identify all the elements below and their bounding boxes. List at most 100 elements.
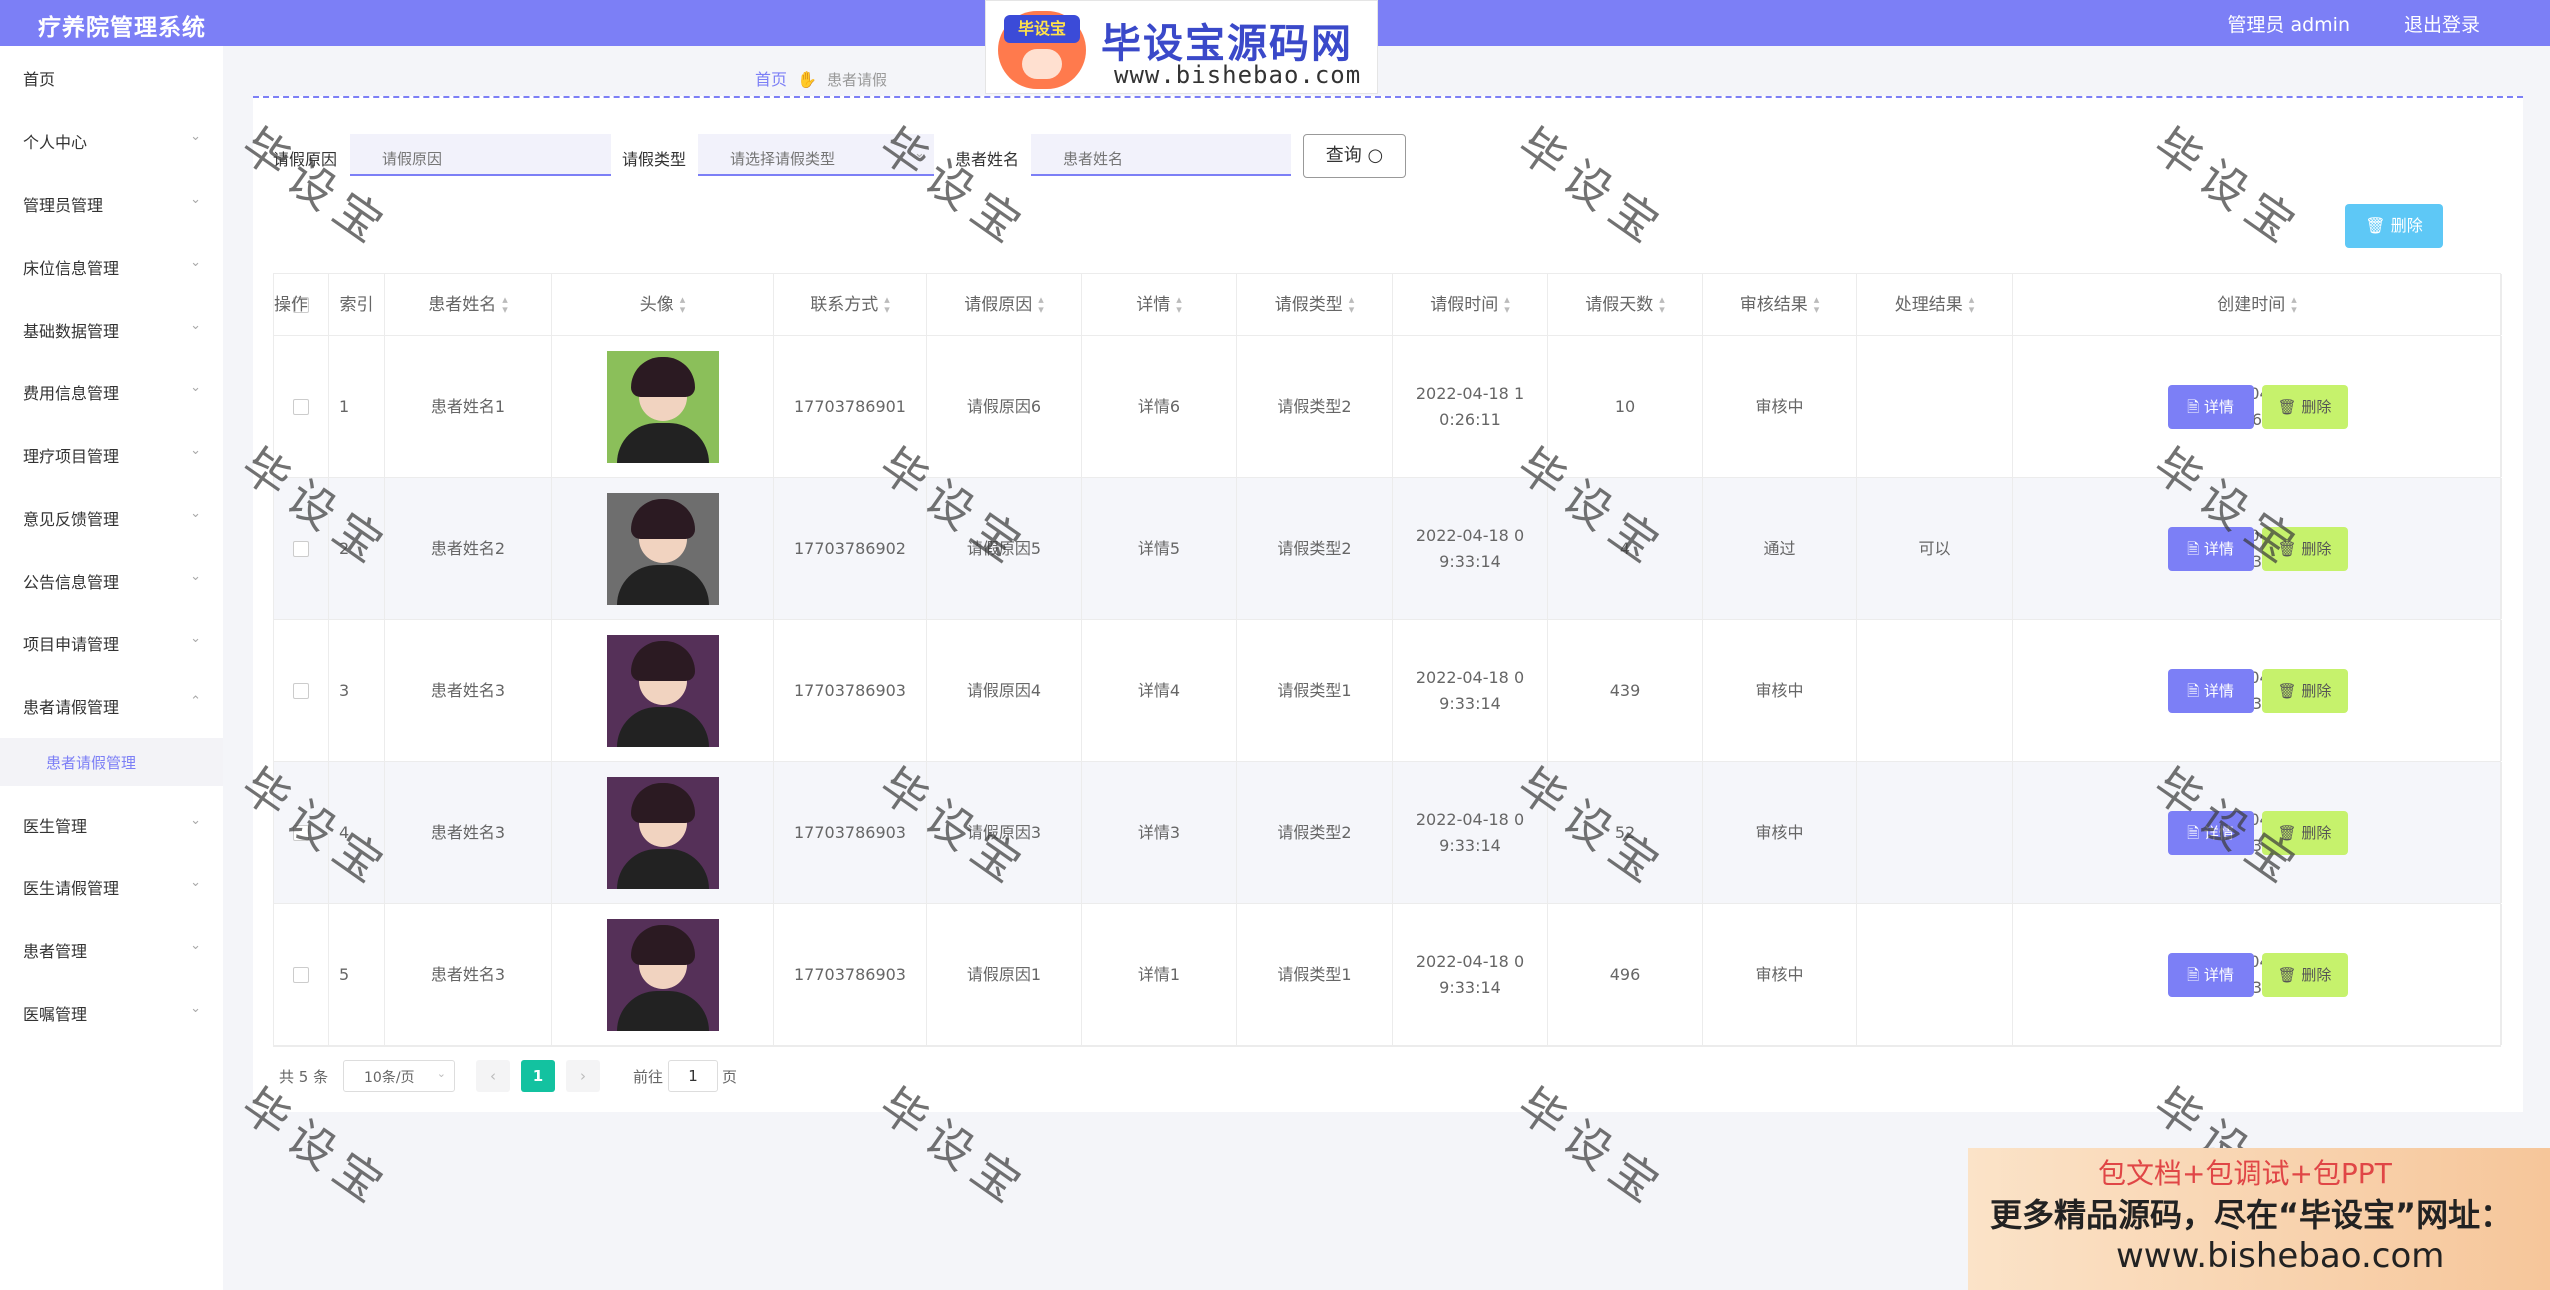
sidebar-item[interactable]: 管理员管理 ⌄ [0,182,223,222]
row-checkbox-cell [274,478,329,619]
detail-button[interactable]: 🗎 详情 [2167,526,2254,571]
cell-leave_time: 2022-04-18 10:26:11 [1393,336,1548,477]
sidebar-item[interactable]: 患者请假管理 ⌃ [0,684,223,724]
sidebar-item[interactable]: 首页 [0,56,223,96]
column-header[interactable]: 请假时间 ▴ ▾ [1393,274,1548,335]
column-header[interactable]: 联系方式 ▴ ▾ [774,274,927,335]
chevron-down-icon: ⌄ [190,506,201,521]
sidebar-item[interactable]: 公告信息管理 ⌄ [0,559,223,599]
detail-button[interactable]: 🗎 详情 [2167,668,2254,713]
delete-button[interactable]: 🗑 删除 [2261,668,2348,713]
column-header[interactable]: 详情 ▴ ▾ [1082,274,1237,335]
table-row: 5 患者姓名3 17703786903 请假原因1 详情1 请假类型1 2022-04-18… [274,904,2502,1046]
detail-value: 详情5 [1137,538,1181,558]
cell-audit: 审核中 [1703,762,1857,903]
sort-icon[interactable]: ▴ ▾ [1659,294,1665,315]
column-header[interactable]: 请假类型 ▴ ▾ [1237,274,1393,335]
cell-type: 请假类型2 [1237,478,1393,619]
sidebar-item[interactable]: 意见反馈管理 ⌄ [0,496,223,536]
column-header: 操作 [274,274,308,335]
column-header[interactable]: 创建时间 ▴ ▾ [2013,274,2502,335]
reason-value: 请假原因1 [966,964,1042,984]
index-value: 2 [339,538,350,558]
cell-detail: 详情6 [1082,336,1237,477]
promo-line-3: www.bishebao.com [2116,1236,2445,1276]
page-1-button[interactable]: 1 [521,1060,555,1092]
cell-detail: 详情4 [1082,620,1237,761]
row-checkbox[interactable] [293,682,309,699]
cell-name: 患者姓名3 [385,620,552,761]
reason-filter-input[interactable] [350,134,611,176]
sidebar-item-label: 患者请假管理 [23,698,120,717]
sidebar-item[interactable]: 医生请假管理 ⌄ [0,865,223,905]
prev-page-button[interactable]: ‹ [476,1060,510,1092]
sidebar-item[interactable]: 医生管理 ⌄ [0,803,223,843]
column-header[interactable]: 请假天数 ▴ ▾ [1548,274,1703,335]
delete-button[interactable]: 🗑 删除 [2261,526,2348,571]
actions-cell: 🗎 详情 🗑 删除 [2013,478,2502,619]
sidebar-item[interactable]: 费用信息管理 ⌄ [0,370,223,410]
phone-value: 17703786903 [794,680,906,700]
sort-icon[interactable]: ▴ ▾ [1176,294,1182,315]
sort-icon[interactable]: ▴ ▾ [1504,294,1510,315]
sort-icon[interactable]: ▴ ▾ [1349,294,1355,315]
sidebar-item[interactable]: 个人中心 ⌄ [0,119,223,159]
column-header[interactable]: 患者姓名 ▴ ▾ [385,274,552,335]
sidebar-item[interactable]: 基础数据管理 ⌄ [0,308,223,348]
sidebar-subitem-active[interactable]: 患者请假管理 [0,738,223,786]
delete-button[interactable]: 🗑 删除 [2261,810,2348,855]
sort-icon[interactable]: ▴ ▾ [1814,294,1820,315]
query-button[interactable]: 查询 ○ [1303,134,1406,178]
column-header[interactable]: 请假原因 ▴ ▾ [927,274,1082,335]
sidebar-item[interactable]: 医嘱管理 ⌄ [0,991,223,1031]
sort-icon[interactable]: ▴ ▾ [680,294,686,315]
column-header[interactable]: 头像 ▴ ▾ [552,274,774,335]
cell-reason: 请假原因6 [927,336,1082,477]
table-row: 3 患者姓名3 17703786903 请假原因4 详情4 请假类型1 2022-04-18… [274,620,2502,762]
column-header[interactable]: 审核结果 ▴ ▾ [1703,274,1857,335]
sort-icon[interactable]: ▴ ▾ [884,294,890,315]
breadcrumb-home[interactable]: 首页 [755,70,787,89]
column-header[interactable]: 处理结果 ▴ ▾ [1857,274,2013,335]
sidebar-item[interactable]: 项目申请管理 ⌄ [0,621,223,661]
cell-days: 496 [1548,904,1703,1045]
cell-leave_time: 2022-04-18 09:33:14 [1393,478,1548,619]
page-size-select[interactable]: 10条/页 ⌄ [343,1060,455,1092]
sidebar-item[interactable]: 床位信息管理 ⌄ [0,245,223,285]
detail-button[interactable]: 🗎 详情 [2167,952,2254,997]
goto-page-input[interactable] [668,1060,718,1092]
detail-button[interactable]: 🗎 详情 [2167,384,2254,429]
name-filter-input[interactable] [1031,134,1291,176]
next-page-button[interactable]: › [566,1060,600,1092]
sidebar-item[interactable]: 理疗项目管理 ⌄ [0,433,223,473]
chevron-down-icon: ⌄ [190,318,201,333]
bishebao-logo-icon: 毕设宝 [998,11,1086,89]
sort-icon[interactable]: ▴ ▾ [502,294,508,315]
row-checkbox[interactable] [293,824,309,841]
cell-handle [1857,336,2013,477]
breadcrumb: 首页 ✋ 患者请假 [755,66,887,90]
logout-link[interactable]: 退出登录 [2404,10,2480,37]
sidebar-item[interactable]: 患者管理 ⌄ [0,928,223,968]
cell-leave_time: 2022-04-18 09:33:14 [1393,904,1548,1045]
delete-button[interactable]: 🗑 删除 [2261,384,2348,429]
type-filter-select[interactable] [698,134,934,176]
row-checkbox[interactable] [293,966,309,983]
column-header-label: 联系方式 [810,294,879,315]
detail-button[interactable]: 🗎 详情 [2167,810,2254,855]
batch-delete-button[interactable]: 🗑 删除 [2345,204,2443,248]
column-header-label: 请假天数 [1585,294,1654,315]
days-value: 439 [1609,680,1641,700]
row-checkbox[interactable] [293,540,309,557]
row-checkbox[interactable] [293,398,309,415]
chevron-down-icon: ⌄ [190,380,201,395]
cell-index: 2 [329,478,385,619]
sort-icon[interactable]: ▴ ▾ [2291,294,2297,315]
audit-value: 审核中 [1755,822,1804,842]
column-header-label: 审核结果 [1739,294,1808,315]
delete-button[interactable]: 🗑 删除 [2261,952,2348,997]
sort-icon[interactable]: ▴ ▾ [1038,294,1044,315]
sidebar-item-label: 医嘱管理 [23,1005,88,1024]
cell-leave_time: 2022-04-18 09:33:14 [1393,620,1548,761]
sort-icon[interactable]: ▴ ▾ [1969,294,1975,315]
